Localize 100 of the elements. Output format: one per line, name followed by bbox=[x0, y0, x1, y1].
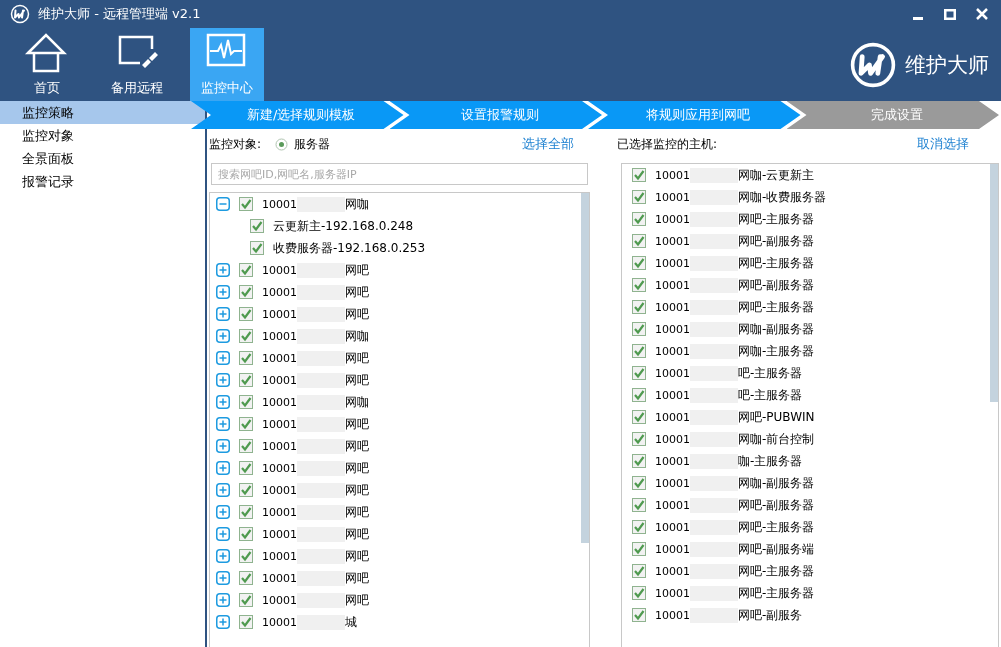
checkbox[interactable] bbox=[632, 520, 646, 534]
logo-icon bbox=[10, 4, 30, 24]
checkbox[interactable] bbox=[632, 300, 646, 314]
checkbox[interactable] bbox=[239, 505, 253, 519]
expand-icon[interactable] bbox=[216, 505, 230, 519]
collapse-icon[interactable] bbox=[216, 197, 230, 211]
expand-icon[interactable] bbox=[216, 549, 230, 563]
checkbox[interactable] bbox=[632, 476, 646, 490]
checkbox[interactable] bbox=[250, 241, 264, 255]
cafe-id: 10001 bbox=[262, 483, 297, 497]
cafe-id: 10001 bbox=[262, 263, 297, 277]
host-name: 网吧-副服务 bbox=[738, 606, 803, 624]
host-name: 吧-主服务器 bbox=[738, 386, 803, 404]
checkbox[interactable] bbox=[239, 527, 253, 541]
checkbox[interactable] bbox=[239, 483, 253, 497]
checkbox[interactable] bbox=[239, 285, 253, 299]
expand-icon[interactable] bbox=[216, 483, 230, 497]
window-title: 维护大师 - 远程管理端 v2.1 bbox=[38, 5, 201, 23]
host-name: 网吧-PUBWIN bbox=[738, 408, 815, 426]
expand-icon[interactable] bbox=[216, 615, 230, 629]
expand-icon[interactable] bbox=[216, 593, 230, 607]
cafe-id: 10001 bbox=[262, 527, 297, 541]
cafe-name: 网咖 bbox=[345, 327, 369, 345]
deselect-link[interactable]: 取消选择 bbox=[917, 135, 969, 153]
checkbox[interactable] bbox=[632, 256, 646, 270]
expand-icon[interactable] bbox=[216, 329, 230, 343]
checkbox[interactable] bbox=[632, 322, 646, 336]
host-id: 10001 bbox=[655, 278, 690, 292]
expand-icon[interactable] bbox=[216, 395, 230, 409]
expand-icon[interactable] bbox=[216, 571, 230, 585]
checkbox[interactable] bbox=[632, 212, 646, 226]
checkbox[interactable] bbox=[239, 329, 253, 343]
checkbox[interactable] bbox=[239, 417, 253, 431]
checkbox[interactable] bbox=[239, 571, 253, 585]
host-id: 10001 bbox=[655, 432, 690, 446]
checkbox[interactable] bbox=[632, 564, 646, 578]
checkbox[interactable] bbox=[632, 542, 646, 556]
server-name: 云更新主-192.168.0.248 bbox=[273, 217, 414, 235]
checkbox[interactable] bbox=[239, 197, 253, 211]
checkbox[interactable] bbox=[632, 190, 646, 204]
host-id: 10001 bbox=[655, 388, 690, 402]
checkbox[interactable] bbox=[632, 454, 646, 468]
expand-icon[interactable] bbox=[216, 351, 230, 365]
nav-tab[interactable]: 首页 bbox=[10, 28, 84, 101]
expand-icon[interactable] bbox=[216, 439, 230, 453]
checkbox[interactable] bbox=[632, 432, 646, 446]
checkbox[interactable] bbox=[632, 388, 646, 402]
cafe-id: 10001 bbox=[262, 373, 297, 387]
checkbox[interactable] bbox=[632, 344, 646, 358]
sidebar-item[interactable]: 报警记录 bbox=[0, 170, 205, 193]
sidebar-item[interactable]: 监控策略 bbox=[0, 101, 205, 124]
checkbox[interactable] bbox=[239, 593, 253, 607]
checkbox[interactable] bbox=[239, 461, 253, 475]
expand-icon[interactable] bbox=[216, 461, 230, 475]
scrollbar-thumb[interactable] bbox=[581, 193, 589, 543]
host-id: 10001 bbox=[655, 234, 690, 248]
brand-name: 维护大师 bbox=[905, 51, 989, 79]
checkbox[interactable] bbox=[632, 410, 646, 424]
select-all-link[interactable]: 选择全部 bbox=[522, 135, 574, 153]
cafe-id: 10001 bbox=[262, 461, 297, 475]
checkbox[interactable] bbox=[632, 608, 646, 622]
host-id: 10001 bbox=[655, 300, 690, 314]
checkbox[interactable] bbox=[632, 234, 646, 248]
host-name: 网吧-主服务器 bbox=[738, 254, 815, 272]
server-radio[interactable]: 服务器 bbox=[275, 135, 331, 153]
checkbox[interactable] bbox=[632, 278, 646, 292]
checkbox[interactable] bbox=[632, 168, 646, 182]
checkbox[interactable] bbox=[239, 549, 253, 563]
expand-icon[interactable] bbox=[216, 373, 230, 387]
host-name: 网吧-主服务器 bbox=[738, 562, 815, 580]
cafe-id: 10001 bbox=[262, 417, 297, 431]
scrollbar-thumb[interactable] bbox=[990, 164, 998, 402]
search-field[interactable]: 搜索网吧ID,网吧名,服务器IP bbox=[211, 163, 588, 185]
checkbox[interactable] bbox=[239, 439, 253, 453]
host-name: 网咖-前台控制 bbox=[738, 430, 815, 448]
nav-tab[interactable]: 备用远程 bbox=[100, 28, 174, 101]
cafe-id: 10001 bbox=[262, 439, 297, 453]
checkbox[interactable] bbox=[239, 307, 253, 321]
cafe-name: 网咖 bbox=[345, 393, 369, 411]
expand-icon[interactable] bbox=[216, 263, 230, 277]
expand-icon[interactable] bbox=[216, 285, 230, 299]
sidebar-item[interactable]: 全景面板 bbox=[0, 147, 205, 170]
checkbox[interactable] bbox=[632, 586, 646, 600]
checkbox[interactable] bbox=[239, 395, 253, 409]
checkbox[interactable] bbox=[239, 615, 253, 629]
host-id: 10001 bbox=[655, 366, 690, 380]
checkbox[interactable] bbox=[632, 498, 646, 512]
host-name: 网咖-主服务器 bbox=[738, 342, 815, 360]
expand-icon[interactable] bbox=[216, 417, 230, 431]
checkbox[interactable] bbox=[239, 263, 253, 277]
checkbox[interactable] bbox=[239, 373, 253, 387]
checkbox[interactable] bbox=[250, 219, 264, 233]
expand-icon[interactable] bbox=[216, 527, 230, 541]
cafe-id: 10001 bbox=[262, 571, 297, 585]
host-id: 10001 bbox=[655, 564, 690, 578]
checkbox[interactable] bbox=[239, 351, 253, 365]
checkbox[interactable] bbox=[632, 366, 646, 380]
wizard-step: 设置报警规则 bbox=[389, 101, 602, 129]
expand-icon[interactable] bbox=[216, 307, 230, 321]
host-id: 10001 bbox=[655, 498, 690, 512]
